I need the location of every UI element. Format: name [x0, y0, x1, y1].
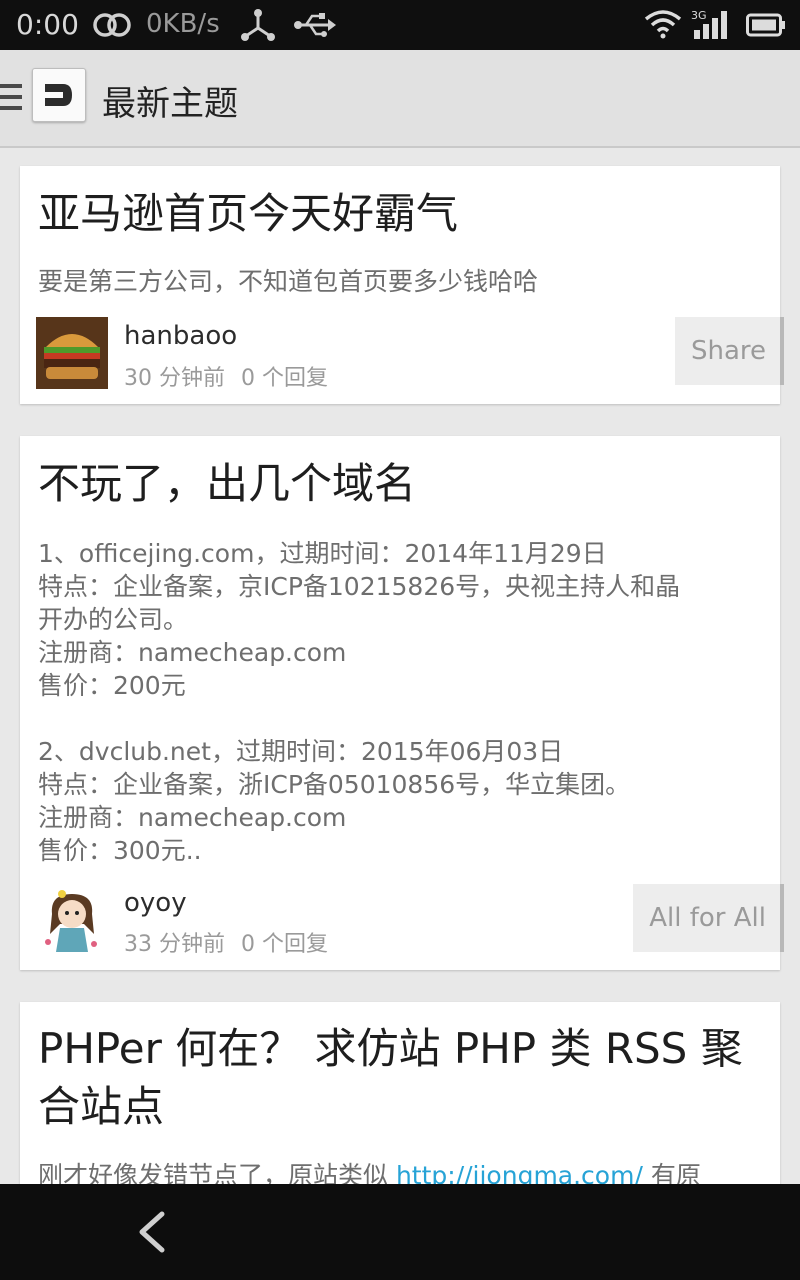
fork-icon: [241, 9, 275, 41]
avatar[interactable]: [36, 884, 108, 956]
rings-icon: [93, 13, 131, 37]
topic-title[interactable]: 不玩了，出几个域名: [38, 456, 762, 512]
page-title: 最新主题: [102, 84, 238, 124]
back-icon[interactable]: [134, 1210, 170, 1254]
topic-card[interactable]: 不玩了，出几个域名 1、officejing.com，过期时间：2014年11月…: [20, 436, 784, 970]
status-time: 0:00: [16, 8, 79, 41]
topic-excerpt: 要是第三方公司，不知道包首页要多少钱哈哈: [38, 267, 539, 296]
node-button[interactable]: Share: [674, 317, 784, 385]
battery-icon: [746, 13, 785, 37]
topic-time: 30 分钟前: [124, 366, 225, 391]
topic-meta: 30 分钟前 0 个回复: [124, 360, 344, 392]
topic-title[interactable]: 亚马逊首页今天好霸气: [38, 186, 762, 242]
usb-icon: [294, 13, 336, 37]
node-button[interactable]: All for All: [633, 884, 784, 952]
network-speed: 0KB/s: [146, 9, 220, 39]
topic-time: 33 分钟前: [124, 932, 225, 957]
topic-card[interactable]: 亚马逊首页今天好霸气 要是第三方公司，不知道包首页要多少钱哈哈 hanbaoo …: [20, 166, 784, 404]
action-bar: 最新主题: [0, 50, 800, 148]
avatar[interactable]: [36, 317, 108, 389]
network-type: 3G: [691, 9, 707, 22]
reply-count: 0 个回复: [241, 366, 328, 391]
status-bar: 0:00 0KB/s 3G: [0, 0, 800, 50]
topic-card[interactable]: PHPer 何在？ 求仿站 PHP 类 RSS 聚 合站点 刚才好像发错节点了，…: [20, 1002, 780, 1202]
topic-excerpt: 1、officejing.com，过期时间：2014年11月29日 特点：企业备…: [38, 539, 681, 865]
author-name[interactable]: oyoy: [124, 888, 187, 918]
topic-title[interactable]: PHPer 何在？ 求仿站 PHP 类 RSS 聚 合站点: [38, 1020, 762, 1136]
reply-count: 0 个回复: [241, 932, 328, 957]
navigation-bar: [0, 1184, 800, 1280]
app-logo-icon[interactable]: [32, 68, 86, 122]
topic-meta: 33 分钟前 0 个回复: [124, 926, 344, 958]
wifi-icon: [644, 10, 682, 39]
author-name[interactable]: hanbaoo: [124, 321, 237, 351]
hamburger-icon[interactable]: [0, 84, 22, 114]
